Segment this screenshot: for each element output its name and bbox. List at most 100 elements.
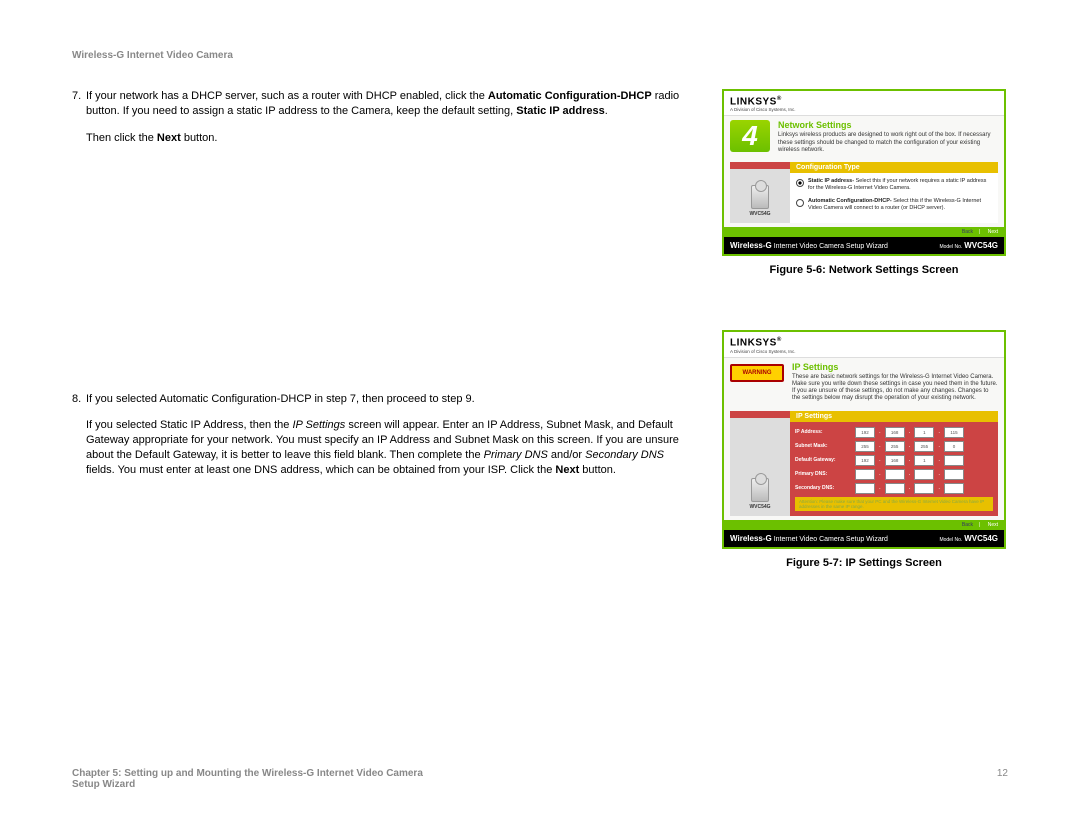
fig6-footer-left: Wireless-G (730, 241, 772, 250)
next-link[interactable]: Next (982, 522, 998, 528)
ip-box[interactable] (885, 483, 905, 494)
step-7-bold-2: Static IP address (516, 105, 604, 117)
ip-box[interactable] (855, 469, 875, 480)
step-8-next-bold: Next (555, 464, 579, 476)
sdns-label: Secondary DNS: (795, 485, 851, 491)
fig7-footer-left: Wireless-G (730, 534, 772, 543)
fig7-model-label: WVC54G (749, 504, 770, 510)
default-gateway-row: Default Gateway: 192. 168. 1. (795, 455, 993, 466)
fig7-footer: Wireless-G Internet Video Camera Setup W… (724, 530, 1004, 547)
ip-box[interactable]: 255 (885, 441, 905, 452)
fig6-model-no-label: Model No. (939, 244, 962, 250)
camera-icon (751, 185, 769, 209)
step-7-text-e: . (605, 105, 608, 117)
ip-address-row: IP Address: 192. 168. 1. 115 (795, 427, 993, 438)
ip-box[interactable]: 1 (914, 427, 934, 438)
fig7-panel-header: IP Settings (790, 411, 998, 422)
fig6-footer: Wireless-G Internet Video Camera Setup W… (724, 237, 1004, 254)
figure-5-6: LINKSYS® A Division of Cisco Systems, In… (722, 89, 1006, 256)
step-7-text: If your network has a DHCP server, such … (86, 90, 488, 102)
step-8-i: button. (579, 464, 616, 476)
footer-section: Setup Wizard (72, 779, 423, 790)
step-8: 8. If you selected Automatic Configurati… (72, 392, 692, 490)
step-7-number: 7. (72, 89, 86, 158)
step-8-italic-3: Secondary DNS (585, 449, 664, 461)
linksys-subbrand: A Division of Cisco Systems, Inc. (730, 349, 796, 354)
ip-box[interactable] (944, 455, 964, 466)
figure-column: LINKSYS® A Division of Cisco Systems, In… (722, 89, 1006, 623)
ip-box[interactable] (914, 483, 934, 494)
ip-box[interactable] (855, 483, 875, 494)
fig6-nav: Back| Next (724, 227, 1004, 237)
ip-box[interactable] (944, 469, 964, 480)
step-7-then-a: Then click the (86, 132, 157, 144)
step-8-e: and/or (548, 449, 585, 461)
pdns-label: Primary DNS: (795, 471, 851, 477)
linksys-subbrand: A Division of Cisco Systems, Inc. (730, 107, 796, 112)
ip-box[interactable]: 255 (914, 441, 934, 452)
figure-5-7-caption: Figure 5-7: IP Settings Screen (722, 557, 1006, 569)
fig6-model-label: WVC54G (749, 211, 770, 217)
fig7-model: WVC54G (964, 534, 998, 543)
step-8-italic-1: IP Settings (292, 419, 345, 431)
ip-box[interactable]: 255 (855, 441, 875, 452)
ip-box[interactable] (914, 469, 934, 480)
fig6-header: LINKSYS® A Division of Cisco Systems, In… (724, 91, 1004, 116)
step-8-number: 8. (72, 392, 86, 490)
back-link[interactable]: Back (962, 229, 973, 235)
camera-icon (751, 478, 769, 502)
radio-auto-dhcp[interactable]: Automatic Configuration-DHCP- Select thi… (796, 198, 992, 212)
page-footer: Chapter 5: Setting up and Mounting the W… (72, 768, 1008, 790)
step-8-italic-2: Primary DNS (484, 449, 548, 461)
step-8-a: If you selected Static IP Address, then … (86, 419, 292, 431)
primary-dns-row: Primary DNS: . . . (795, 469, 993, 480)
main-text-column: 7. If your network has a DHCP server, su… (72, 89, 692, 623)
figure-5-6-caption: Figure 5-6: Network Settings Screen (722, 264, 1006, 276)
fig6-title: Network Settings (778, 120, 998, 130)
fig7-model-no-label: Model No. (939, 537, 962, 543)
ip-box[interactable]: 192 (855, 427, 875, 438)
ip-box[interactable]: 1 (914, 455, 934, 466)
figure-5-7: LINKSYS® A Division of Cisco Systems, In… (722, 330, 1006, 548)
gw-label: Default Gateway: (795, 457, 851, 463)
ip-box[interactable] (885, 469, 905, 480)
radio-static-ip[interactable]: Static IP address- Select this if your n… (796, 178, 992, 192)
attention-note: Attention: Please make sure that your PC… (795, 497, 993, 511)
fig7-header: LINKSYS® A Division of Cisco Systems, In… (724, 332, 1004, 357)
fig6-desc: Linksys wireless products are designed t… (778, 132, 998, 154)
step-badge-4: 4 (730, 120, 770, 152)
warning-badge: WARNING (730, 364, 784, 382)
step-7-next-bold: Next (157, 132, 181, 144)
fig7-title: IP Settings (792, 362, 998, 372)
ip-box[interactable]: 168 (885, 427, 905, 438)
subnet-mask-row: Subnet Mask: 255. 255. 255. 0 (795, 441, 993, 452)
fig6-camera-panel: WVC54G (730, 162, 790, 224)
secondary-dns-row: Secondary DNS: . . . (795, 483, 993, 494)
back-link[interactable]: Back (962, 522, 973, 528)
fig7-footer-mid: Internet Video Camera Setup Wizard (774, 536, 888, 543)
step-8-text-1: If you selected Automatic Configuration-… (86, 392, 692, 407)
radio-icon (796, 199, 804, 207)
ip-box[interactable]: 0 (944, 441, 964, 452)
fig7-nav: Back| Next (724, 520, 1004, 530)
fig7-camera-panel: WVC54G (730, 411, 790, 516)
fig6-model: WVC54G (964, 241, 998, 250)
step-7: 7. If your network has a DHCP server, su… (72, 89, 692, 158)
fig6-panel-header: Configuration Type (790, 162, 998, 173)
step-7-then-c: button. (181, 132, 218, 144)
ip-label: IP Address: (795, 429, 851, 435)
ip-box[interactable]: 168 (885, 455, 905, 466)
step-8-g: fields. You must enter at least one DNS … (86, 464, 555, 476)
fig7-desc: These are basic network settings for the… (792, 374, 998, 403)
ip-box[interactable]: 192 (855, 455, 875, 466)
document-header: Wireless-G Internet Video Camera (72, 50, 1008, 61)
next-link[interactable]: Next (982, 229, 998, 235)
step-7-bold-1: Automatic Configuration-DHCP (488, 90, 652, 102)
fig6-footer-mid: Internet Video Camera Setup Wizard (774, 243, 888, 250)
mask-label: Subnet Mask: (795, 443, 851, 449)
ip-box[interactable]: 115 (944, 427, 964, 438)
page-number: 12 (997, 768, 1008, 790)
ip-box[interactable] (944, 483, 964, 494)
linksys-logo: LINKSYS® (730, 96, 796, 107)
footer-chapter: Chapter 5: Setting up and Mounting the W… (72, 768, 423, 779)
